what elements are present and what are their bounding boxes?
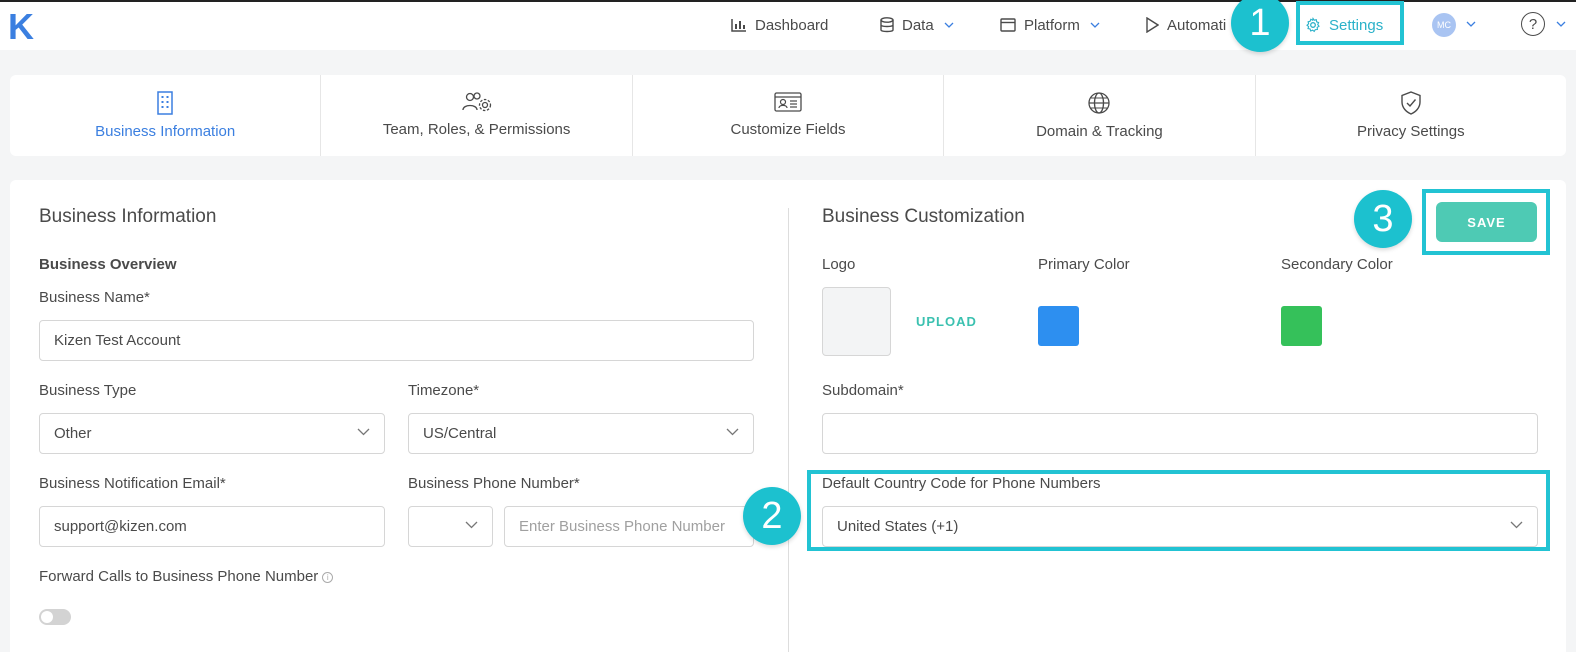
nav-data[interactable]: Data bbox=[880, 14, 954, 36]
phone-number-label: Business Phone Number* bbox=[408, 475, 580, 492]
database-icon bbox=[880, 17, 894, 33]
chevron-down-icon[interactable] bbox=[1466, 21, 1476, 27]
business-name-input[interactable]: Kizen Test Account bbox=[39, 320, 754, 361]
business-overview-heading: Business Overview bbox=[39, 256, 177, 273]
business-type-value: Other bbox=[54, 425, 92, 442]
column-divider bbox=[788, 208, 789, 652]
window-icon bbox=[1000, 18, 1016, 32]
chevron-down-icon bbox=[726, 428, 739, 436]
nav-data-label: Data bbox=[902, 16, 934, 34]
tab-label: Team, Roles, & Permissions bbox=[382, 121, 571, 138]
business-information-heading: Business Information bbox=[39, 206, 217, 227]
settings-highlight bbox=[1296, 1, 1404, 45]
phone-country-select[interactable] bbox=[408, 506, 493, 547]
callout-3: 3 bbox=[1354, 190, 1412, 248]
tab-customize-fields[interactable]: Customize Fields bbox=[633, 75, 945, 156]
tab-business-information[interactable]: Business Information bbox=[10, 75, 322, 156]
nav-dashboard[interactable]: Dashboard bbox=[731, 14, 828, 36]
tab-privacy-settings[interactable]: Privacy Settings bbox=[1256, 75, 1566, 156]
forward-calls-text: Forward Calls to Business Phone Number bbox=[39, 568, 319, 585]
logo-label: Logo bbox=[822, 256, 856, 273]
subdomain-input[interactable] bbox=[822, 413, 1538, 454]
subdomain-label: Subdomain* bbox=[822, 382, 904, 399]
tab-label: Customize Fields bbox=[730, 121, 846, 138]
save-highlight bbox=[1422, 189, 1550, 255]
chevron-down-icon bbox=[357, 428, 370, 436]
business-customization-heading: Business Customization bbox=[822, 206, 1025, 227]
avatar[interactable]: MC bbox=[1432, 13, 1456, 37]
play-icon bbox=[1146, 17, 1159, 33]
business-name-label: Business Name* bbox=[39, 289, 150, 306]
team-gear-icon bbox=[461, 92, 491, 112]
forward-calls-label: Forward Calls to Business Phone Number i bbox=[39, 568, 334, 585]
chevron-down-icon[interactable] bbox=[1556, 21, 1566, 27]
id-card-icon bbox=[774, 92, 802, 112]
info-icon[interactable]: i bbox=[322, 571, 334, 583]
globe-icon bbox=[1088, 92, 1111, 114]
tab-label: Privacy Settings bbox=[1357, 123, 1465, 140]
nav-automations-label: Automati bbox=[1167, 16, 1227, 34]
timezone-select[interactable]: US/Central bbox=[408, 413, 754, 454]
phone-number-input[interactable]: Enter Business Phone Number bbox=[504, 506, 754, 547]
settings-card: Business Information Business Overview B… bbox=[10, 180, 1566, 652]
nav-platform-label: Platform bbox=[1024, 16, 1080, 34]
secondary-color-swatch[interactable] bbox=[1281, 306, 1322, 346]
tab-label: Business Information bbox=[95, 123, 236, 140]
nav-dashboard-label: Dashboard bbox=[755, 16, 829, 34]
help-icon[interactable]: ? bbox=[1521, 12, 1545, 36]
upload-logo-button[interactable]: UPLOAD bbox=[916, 314, 977, 329]
kizen-logo[interactable]: K bbox=[8, 6, 34, 48]
primary-color-label: Primary Color bbox=[1038, 256, 1130, 273]
notification-email-value: support@kizen.com bbox=[54, 518, 187, 535]
tab-label: Domain & Tracking bbox=[1036, 123, 1163, 140]
chevron-down-icon bbox=[944, 22, 954, 28]
business-type-select[interactable]: Other bbox=[39, 413, 385, 454]
chevron-down-icon bbox=[465, 521, 478, 529]
country-code-highlight bbox=[807, 470, 1550, 551]
callout-2: 2 bbox=[743, 487, 801, 545]
primary-color-swatch[interactable] bbox=[1038, 306, 1079, 346]
phone-number-placeholder: Enter Business Phone Number bbox=[519, 518, 725, 535]
settings-tabs: Business Information Team, Roles, & Perm… bbox=[10, 75, 1566, 156]
timezone-label: Timezone* bbox=[408, 382, 480, 399]
nav-platform[interactable]: Platform bbox=[1000, 14, 1100, 36]
tab-team-roles-permissions[interactable]: Team, Roles, & Permissions bbox=[321, 75, 633, 156]
tab-domain-tracking[interactable]: Domain & Tracking bbox=[944, 75, 1256, 156]
logo-preview bbox=[822, 287, 891, 356]
building-icon bbox=[157, 91, 173, 115]
secondary-color-label: Secondary Color bbox=[1281, 256, 1393, 273]
notification-email-label: Business Notification Email* bbox=[39, 475, 226, 492]
bar-chart-icon bbox=[731, 19, 746, 32]
forward-calls-toggle[interactable] bbox=[39, 609, 71, 625]
shield-check-icon bbox=[1401, 91, 1421, 115]
notification-email-input[interactable]: support@kizen.com bbox=[39, 506, 385, 547]
timezone-value: US/Central bbox=[423, 425, 497, 442]
business-type-label: Business Type bbox=[39, 382, 137, 399]
nav-automations[interactable]: Automati bbox=[1145, 14, 1226, 36]
business-name-value: Kizen Test Account bbox=[54, 332, 181, 349]
chevron-down-icon bbox=[1090, 22, 1100, 28]
